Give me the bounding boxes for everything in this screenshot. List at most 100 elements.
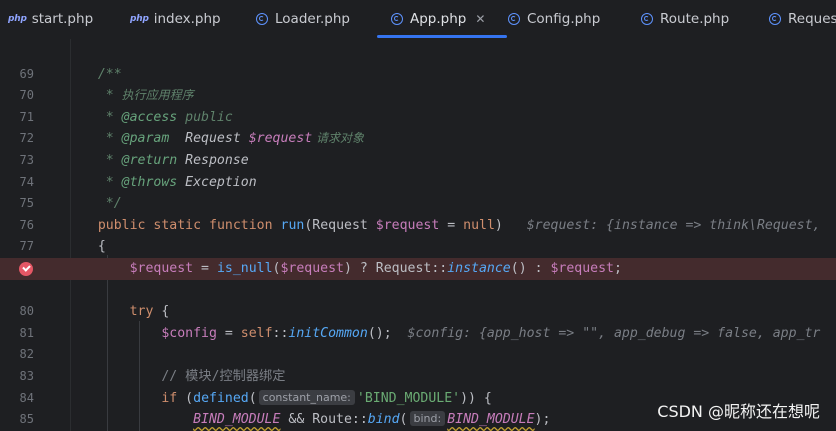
function-name[interactable]: defined <box>193 391 249 406</box>
brace: { <box>97 239 106 255</box>
code-content: * 执行应用程序 <box>74 85 194 107</box>
doc-comment: * <box>105 109 122 125</box>
method-name[interactable]: instance <box>447 261 511 276</box>
constant: BIND_MODULE <box>447 412 535 428</box>
watermark: CSDN @昵称还在想呢 <box>657 402 820 421</box>
class-file-icon <box>641 13 653 25</box>
tab-route-php[interactable]: Route.php <box>641 0 729 38</box>
code-content: * @access public <box>74 107 233 129</box>
keyword: try <box>129 304 154 320</box>
punctuation: () : <box>510 261 551 276</box>
punctuation: ( <box>399 412 408 428</box>
doc-comment: * <box>105 153 122 168</box>
tab-label: start.php <box>31 11 94 27</box>
keyword: function <box>209 217 273 233</box>
code-line: 71 * 执行应用程序 <box>0 85 836 124</box>
punctuation: ) <box>494 217 503 233</box>
param-type: (Request <box>304 217 376 233</box>
keyword: public <box>97 217 146 233</box>
breakpoint-line: $request = is_null($request) ? Request::… <box>0 258 836 280</box>
debug-value-hint[interactable]: $config: {app_host => "", app_debug => f… <box>392 326 821 341</box>
class-file-icon <box>769 13 781 25</box>
editor-tab-bar: php start.php php index.php Loader.php A… <box>0 0 836 40</box>
close-tab-icon[interactable]: ✕ <box>475 12 485 26</box>
tab-label: Route.php <box>660 11 730 27</box>
code-line: 73 * @param Request $request 请求对象 <box>0 128 836 167</box>
code-content: try { <box>74 301 170 323</box>
tab-loader-php[interactable]: Loader.php <box>256 0 350 38</box>
keyword: static <box>153 217 202 233</box>
code-content: /** <box>74 64 122 86</box>
breakpoint-icon[interactable] <box>19 262 33 276</box>
code-line: 75 * @throws Exception <box>0 172 836 211</box>
method-name[interactable]: bind <box>368 412 400 427</box>
parameter-hint: bind: <box>409 411 446 427</box>
tab-label: App.php <box>410 11 467 27</box>
doc-tag: @access <box>121 109 178 125</box>
code-content: BIND_MODULE && Route::bind(bind: BIND_MOD… <box>74 409 550 431</box>
tab-start-php[interactable]: php start.php <box>8 0 93 38</box>
doc-comment: * <box>105 131 122 147</box>
static-call: && Route:: <box>280 412 368 428</box>
tab-config-php[interactable]: Config.php <box>508 0 600 38</box>
doc-variable: $request <box>248 131 313 147</box>
static-call: ) ? Request:: <box>344 261 448 276</box>
keyword: null <box>463 217 495 233</box>
code-line: 82 $config = self::initCommon(); $config… <box>0 323 836 362</box>
tab-label: Loader.php <box>275 11 350 27</box>
code-line: 69 <box>0 42 836 81</box>
code-line: 81 try { <box>0 301 836 340</box>
code-line: 74 * @return Response <box>0 150 836 189</box>
code-content: if (defined(constant_name: 'BIND_MODULE')… <box>74 388 492 410</box>
variable: $request <box>375 217 440 233</box>
doc-comment: */ <box>105 196 122 212</box>
doc-comment-text: 请求对象 <box>312 131 365 146</box>
code-content: $config = self::initCommon(); $config: {… <box>74 323 820 345</box>
doc-type: Exception <box>177 174 257 190</box>
punctuation: (); <box>367 325 392 341</box>
code-content: */ <box>74 193 122 215</box>
doc-tag: @throws <box>121 174 178 190</box>
php-file-icon: php <box>8 14 27 24</box>
code-content: // 模块/控制器绑定 <box>74 366 285 388</box>
function-name[interactable]: is_null <box>217 261 273 276</box>
code-line: 76 */ <box>0 193 836 232</box>
string-literal: 'BIND_MODULE' <box>356 390 461 406</box>
punctuation: )) { <box>460 390 492 406</box>
tab-index-php[interactable]: php index.php <box>130 0 221 38</box>
doc-type: Request <box>169 131 249 147</box>
code-line: 84 // 模块/控制器绑定 <box>0 366 836 405</box>
code-content: * @param Request $request 请求对象 <box>74 128 364 150</box>
doc-comment: /** <box>97 66 122 82</box>
code-line: 78 { <box>0 236 836 275</box>
doc-tag: @param <box>121 131 170 147</box>
code-line: 72 * @access public <box>0 107 836 146</box>
tab-request-php[interactable]: Reques <box>769 0 836 38</box>
doc-comment: * <box>105 88 122 104</box>
punctuation: ( <box>248 390 257 406</box>
code-editor[interactable]: 69 70 /** 71 * 执行应用程序 72 * @access publi… <box>0 39 836 431</box>
doc-comment-text: 执行应用程序 <box>121 88 194 103</box>
tab-label: Reques <box>788 11 836 27</box>
doc-tag: @return <box>121 153 178 168</box>
doc-comment: * <box>105 174 122 190</box>
function-name[interactable]: run <box>281 218 305 233</box>
code-line: 70 /** <box>0 64 836 103</box>
code-line: 77 public static function run(Request $r… <box>0 215 836 254</box>
class-file-icon <box>391 13 403 25</box>
doc-comment: public <box>177 109 233 125</box>
method-name[interactable]: initCommon <box>288 326 367 341</box>
tab-label: Config.php <box>527 11 601 27</box>
debug-value-hint[interactable]: $request: {instance => think\Request, <box>503 218 829 233</box>
tab-app-php[interactable]: App.php ✕ <box>377 0 508 38</box>
code-content: { <box>74 236 106 258</box>
class-file-icon <box>256 13 268 25</box>
doc-type: Response <box>177 153 249 168</box>
code-line: 80 <box>0 280 836 318</box>
variable: $request <box>550 261 614 276</box>
code-content: * @throws Exception <box>74 172 257 194</box>
active-tab-indicator <box>377 35 508 38</box>
variable: $request <box>129 261 194 276</box>
